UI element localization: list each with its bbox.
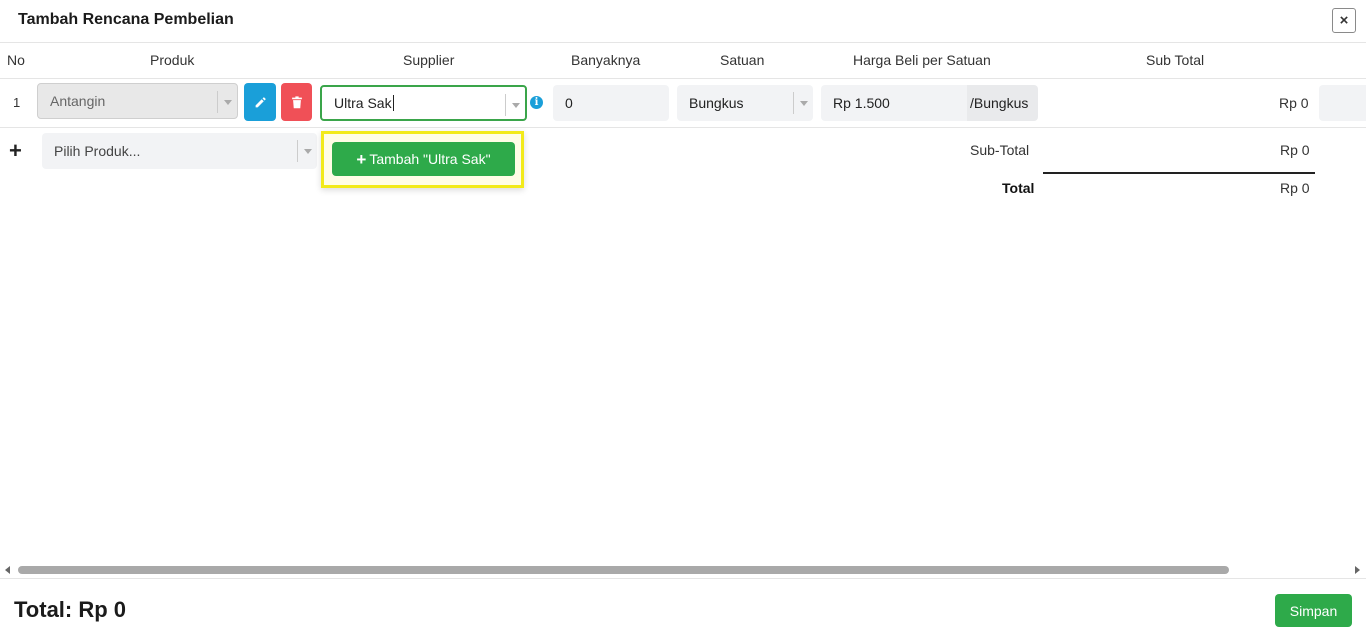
add-row: + Pilih Produk... + Tambah "Ultra Sak" <box>0 128 1366 208</box>
quantity-input[interactable]: 0 <box>553 85 669 121</box>
subtotal-value: Rp 0 <box>1280 142 1310 158</box>
add-supplier-button[interactable]: + Tambah "Ultra Sak" <box>332 142 515 176</box>
chevron-down-icon <box>793 92 813 114</box>
horizontal-scrollbar[interactable] <box>0 562 1366 578</box>
quantity-value: 0 <box>565 95 573 111</box>
row-number: 1 <box>13 95 21 110</box>
row-subtotal: Rp 0 <box>1279 95 1309 111</box>
satuan-select[interactable]: Bungkus <box>677 85 813 121</box>
close-button[interactable]: × <box>1332 8 1356 33</box>
trash-icon <box>291 95 302 108</box>
row-extra-input[interactable] <box>1319 85 1366 121</box>
supplier-dropdown: + Tambah "Ultra Sak" <box>321 131 524 188</box>
table-row: 1 Antangin Ultra Sak i 0 Bungkus Rp 1.50… <box>0 79 1366 128</box>
price-input[interactable]: Rp 1.500 <box>821 85 968 121</box>
pencil-icon <box>255 96 266 107</box>
header-no: No <box>7 52 25 68</box>
summary-divider <box>1043 172 1315 174</box>
header-harga: Harga Beli per Satuan <box>853 52 991 68</box>
header-satuan: Satuan <box>720 52 765 68</box>
price-value: Rp 1.500 <box>833 95 890 111</box>
subtotal-label: Sub-Total <box>970 142 1030 158</box>
edit-product-button[interactable] <box>244 83 276 121</box>
satuan-value: Bungkus <box>689 95 744 111</box>
new-produk-placeholder: Pilih Produk... <box>54 143 141 159</box>
produk-select[interactable]: Antangin <box>37 83 238 119</box>
supplier-input[interactable]: Ultra Sak <box>320 85 527 121</box>
modal-header: Tambah Rencana Pembelian × <box>0 0 1366 43</box>
header-banyaknya: Banyaknya <box>571 52 641 68</box>
scroll-right-arrow-icon[interactable] <box>1355 566 1360 574</box>
scrollbar-thumb[interactable] <box>18 566 1229 574</box>
produk-select-value: Antangin <box>50 93 106 109</box>
table-header: No Produk Supplier Banyaknya Satuan Harg… <box>0 43 1366 79</box>
plus-icon[interactable]: + <box>9 140 22 162</box>
scroll-left-arrow-icon[interactable] <box>5 566 10 574</box>
new-produk-select[interactable]: Pilih Produk... <box>42 133 317 169</box>
plus-icon: + <box>356 149 367 169</box>
header-produk: Produk <box>150 52 195 68</box>
add-supplier-label: Tambah "Ultra Sak" <box>369 151 491 167</box>
price-unit-suffix: /Bungkus <box>967 85 1038 121</box>
chevron-down-icon <box>297 140 317 162</box>
info-icon[interactable]: i <box>530 96 543 109</box>
total-value: Rp 0 <box>1280 180 1310 196</box>
header-subtotal: Sub Total <box>1146 52 1205 68</box>
save-button[interactable]: Simpan <box>1275 594 1352 627</box>
supplier-input-value: Ultra Sak <box>334 95 392 111</box>
footer-total: Total: Rp 0 <box>14 597 127 622</box>
chevron-down-icon <box>505 94 525 116</box>
header-supplier: Supplier <box>403 52 455 68</box>
close-icon: × <box>1339 12 1349 29</box>
chevron-down-icon <box>217 91 237 113</box>
text-cursor <box>392 95 394 111</box>
modal-footer: Total: Rp 0 Simpan <box>0 578 1366 638</box>
total-label: Total <box>1002 180 1035 196</box>
modal-title: Tambah Rencana Pembelian <box>18 11 234 28</box>
delete-row-button[interactable] <box>281 83 312 121</box>
